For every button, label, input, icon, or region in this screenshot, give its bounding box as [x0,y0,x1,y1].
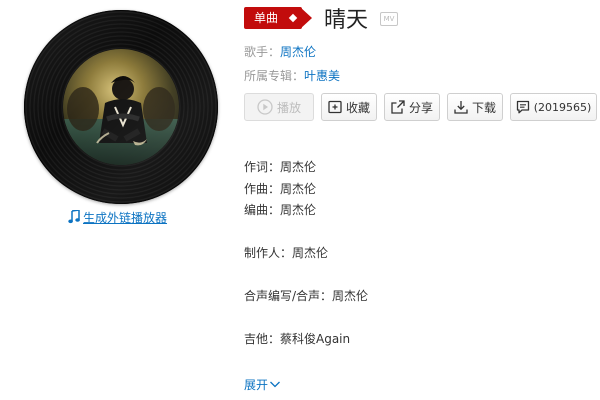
credit-composer: 作曲：周杰伦 [244,182,317,196]
credit-arranger: 编曲：周杰伦 [244,203,317,217]
song-title-row: 单曲 晴天 MV [244,4,399,33]
comment-icon [516,100,529,114]
download-button[interactable]: 下载 [447,93,503,121]
song-title: 晴天 [324,8,369,33]
expand-button[interactable]: 展开 [244,375,281,393]
play-circle-icon [257,99,273,115]
single-badge-label: 单曲 [254,11,279,25]
collect-label: 收藏 [345,100,370,115]
share-icon [391,100,405,114]
vinyl-record [24,10,218,204]
collect-button[interactable]: 收藏 [321,93,377,121]
credit-guitar: 吉他：蔡科俊Again [244,332,351,346]
credit-producer: 制作人：周杰伦 [244,246,329,260]
singer-label: 歌手： [244,45,281,59]
external-player-link[interactable]: 生成外链播放器 [68,208,167,226]
vinyl-shine [24,10,218,204]
play-label: 播放 [276,100,301,115]
mv-label[interactable]: MV [384,15,395,23]
folder-plus-icon [328,100,342,114]
credit-harmony: 合声编写/合声：周杰伦 [244,289,369,303]
mv-icon[interactable]: MV [380,12,399,26]
expand-label[interactable]: 展开 [244,376,268,393]
share-label: 分享 [408,100,433,115]
music-note-icon [68,210,80,224]
single-badge: 单曲 [244,7,303,29]
album-link[interactable]: 叶惠美 [304,69,340,83]
badge-dot [288,13,298,23]
chevron-down-icon [270,381,280,388]
comment-button[interactable]: (2019565) [510,93,597,121]
credit-lyricist: 作词：周杰伦 [244,160,317,174]
download-icon [454,101,468,114]
album-row: 所属专辑：叶惠美 [244,67,340,85]
external-player-label[interactable]: 生成外链播放器 [83,209,167,226]
comment-count: (2019565) [533,100,592,114]
singer-link[interactable]: 周杰伦 [280,45,316,59]
share-button[interactable]: 分享 [384,93,440,121]
download-label: 下载 [471,100,496,115]
album-label: 所属专辑： [244,69,305,83]
play-button[interactable]: 播放 [244,93,314,121]
singer-row: 歌手：周杰伦 [244,43,316,61]
